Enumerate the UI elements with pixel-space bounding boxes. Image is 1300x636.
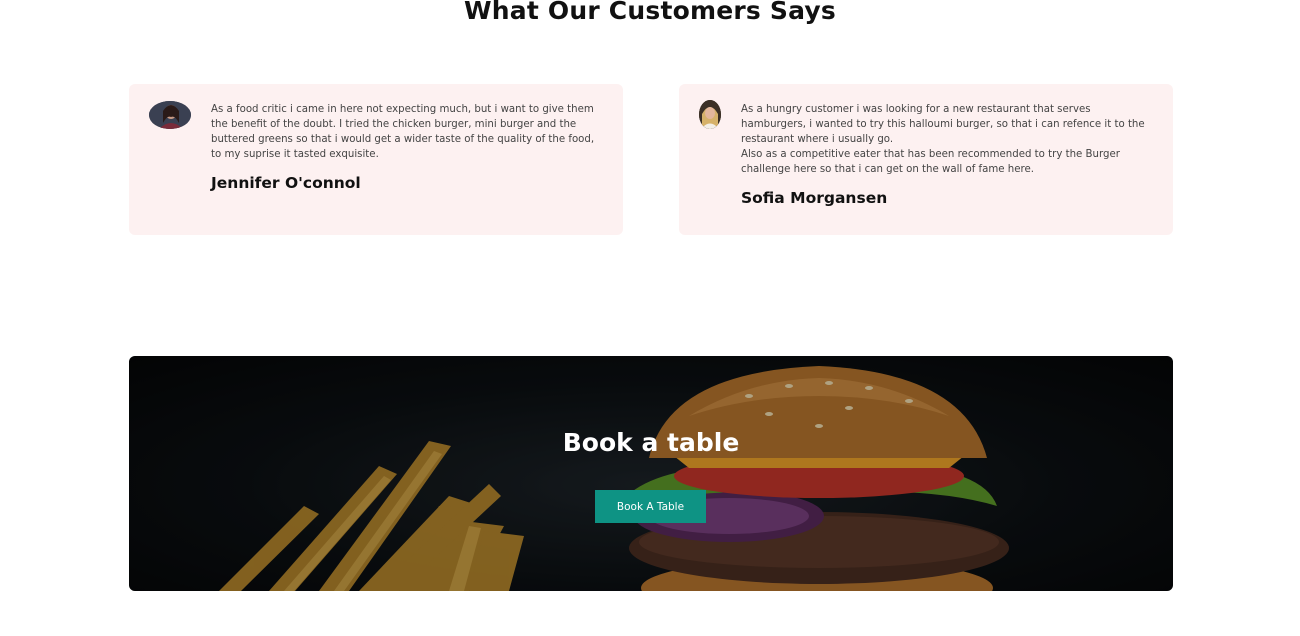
book-table-banner: Book a table Book A Table xyxy=(129,356,1173,591)
page: What Our Customers Says As a food critic… xyxy=(0,0,1300,636)
testimonial-card: As a food critic i came in here not expe… xyxy=(129,84,623,235)
customer-avatar xyxy=(699,100,721,129)
testimonial-card: As a hungry customer i was looking for a… xyxy=(679,84,1173,235)
testimonials-title: What Our Customers Says xyxy=(464,0,836,25)
testimonial-quote: As a hungry customer i was looking for a… xyxy=(741,104,1145,175)
testimonial-author: Jennifer O'connol xyxy=(211,174,361,192)
customer-avatar xyxy=(149,101,191,129)
testimonial-author: Sofia Morgansen xyxy=(741,189,888,207)
book-table-title: Book a table xyxy=(562,428,740,457)
woman-portrait-avatar-icon xyxy=(149,101,191,129)
woman-portrait-avatar-icon xyxy=(699,100,721,129)
banner-overlay xyxy=(129,356,1173,591)
testimonial-quote: As a food critic i came in here not expe… xyxy=(211,104,595,160)
book-table-button[interactable]: Book A Table xyxy=(595,490,706,523)
